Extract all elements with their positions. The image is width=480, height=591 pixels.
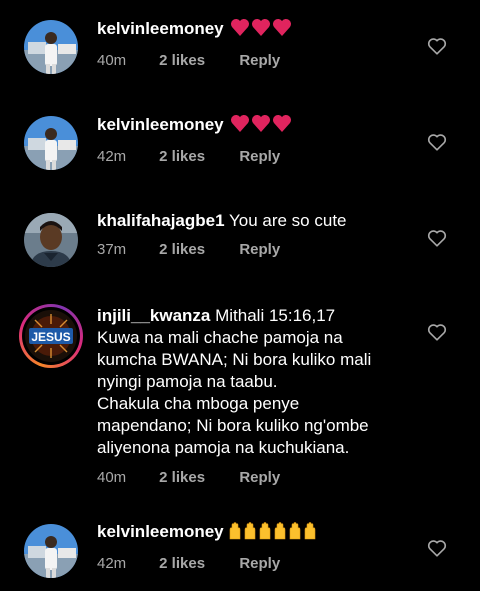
- reply-button[interactable]: Reply: [239, 147, 280, 167]
- comment-likes[interactable]: 2 likes: [159, 240, 235, 260]
- comment-time: 40m: [97, 52, 127, 69]
- comment-time: 37m: [97, 241, 127, 258]
- comment-username[interactable]: kelvinleemoney: [97, 19, 224, 38]
- comment-text-line: Kuwa na mali chache pamoja na: [97, 328, 343, 347]
- comment-text-line: aliyenona pamoja na kuchukiana.: [97, 438, 350, 457]
- comment-time: 42m: [97, 555, 127, 572]
- heart-outline-icon[interactable]: [427, 323, 447, 341]
- comment-username[interactable]: kelvinleemoney: [97, 115, 224, 134]
- avatar[interactable]: [24, 116, 78, 170]
- avatar-image: [24, 20, 78, 74]
- avatar[interactable]: JESUS: [19, 304, 83, 368]
- reply-button[interactable]: Reply: [239, 51, 280, 71]
- avatar[interactable]: [24, 213, 78, 267]
- comment-text: Mithali 15:16,17: [210, 306, 336, 325]
- red-heart-emoji-icon: [230, 114, 292, 139]
- reply-button[interactable]: Reply: [239, 468, 280, 488]
- comment-text-line: kumcha BWANA; Ni bora kuliko mali: [97, 350, 372, 369]
- heart-outline-icon[interactable]: [427, 229, 447, 247]
- reply-button[interactable]: Reply: [239, 240, 280, 260]
- comment-username[interactable]: injili__kwanza: [97, 306, 210, 325]
- avatar-image: [24, 116, 78, 170]
- comment-username[interactable]: kelvinleemoney: [97, 522, 224, 541]
- avatar-image: [24, 524, 78, 578]
- comment-text-line: nyingi pamoja na taabu.: [97, 372, 278, 391]
- comment-likes[interactable]: 2 likes: [159, 51, 235, 71]
- comment-text-line: mapendano; Ni bora kuliko ng'ombe: [97, 416, 369, 435]
- comment-time: 40m: [97, 469, 127, 486]
- avatar[interactable]: [24, 524, 78, 578]
- comment-text: You are so cute: [224, 211, 347, 230]
- heart-outline-icon[interactable]: [427, 133, 447, 151]
- comment-likes[interactable]: 2 likes: [159, 554, 235, 574]
- comment-item: khalifahajagbe1 You are so cute 37m 2 li…: [0, 192, 480, 288]
- heart-outline-icon[interactable]: [427, 37, 447, 55]
- avatar-image: JESUS: [25, 310, 77, 362]
- reply-button[interactable]: Reply: [239, 554, 280, 574]
- avatar-image: [24, 213, 78, 267]
- avatar[interactable]: [24, 20, 78, 74]
- comment-item: kelvinleemoney 40m 2 likes Reply: [0, 0, 480, 96]
- red-heart-emoji-icon: [230, 18, 292, 43]
- comment-item: kelvinleemoney 42m 2 likes Reply: [0, 502, 480, 591]
- raised-hands-emoji-icon: [228, 522, 318, 546]
- comment-item: kelvinleemoney 42m 2 likes Reply: [0, 96, 480, 192]
- comment-text-line: Chakula cha mboga penye: [97, 394, 300, 413]
- comment-time: 42m: [97, 148, 127, 165]
- heart-outline-icon[interactable]: [427, 539, 447, 557]
- comment-item: JESUS injili__kwanza Mithali 15:16,17 Ku…: [0, 288, 480, 502]
- comment-likes[interactable]: 2 likes: [159, 468, 235, 488]
- comment-username[interactable]: khalifahajagbe1: [97, 211, 225, 230]
- comment-text-body: Kuwa na mali chache pamoja na kumcha BWA…: [97, 327, 397, 459]
- comment-likes[interactable]: 2 likes: [159, 147, 235, 167]
- avatar-logo-text: JESUS: [31, 330, 70, 344]
